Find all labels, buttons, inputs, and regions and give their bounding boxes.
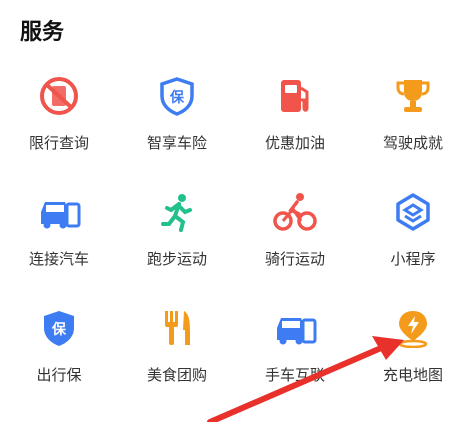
runner-icon	[155, 190, 199, 234]
service-label: 连接汽车	[28, 250, 89, 268]
service-item-restriction-query[interactable]: 限行查询	[0, 66, 118, 176]
svg-text:保: 保	[169, 89, 185, 106]
service-label: 优惠加油	[264, 134, 325, 152]
service-label: 跑步运动	[146, 250, 207, 268]
fuel-pump-icon	[273, 74, 317, 118]
car-phone-icon	[37, 190, 81, 234]
service-item-running[interactable]: 跑步运动	[118, 182, 236, 292]
service-grid: 限行查询 保 智享车险 优惠加油 驾驶成就 连接汽车 跑步运动 骑行运动 小程序…	[0, 66, 474, 416]
service-label: 小程序	[390, 250, 436, 268]
service-label: 限行查询	[28, 134, 89, 152]
fork-knife-icon	[155, 306, 199, 350]
service-item-smart-insurance[interactable]: 保 智享车险	[118, 66, 236, 176]
service-item-cycling[interactable]: 骑行运动	[236, 182, 354, 292]
service-label: 骑行运动	[264, 250, 325, 268]
shield-travel-icon: 保	[37, 306, 81, 350]
service-item-food-groupbuy[interactable]: 美食团购	[118, 298, 236, 408]
service-label: 充电地图	[382, 366, 443, 384]
car-phone-link-icon	[273, 306, 317, 350]
cyclist-icon	[273, 190, 317, 234]
service-item-fuel-discount[interactable]: 优惠加油	[236, 66, 354, 176]
service-item-connect-car[interactable]: 连接汽车	[0, 182, 118, 292]
charging-map-icon	[391, 306, 435, 350]
trophy-icon	[391, 74, 435, 118]
service-label: 驾驶成就	[382, 134, 443, 152]
service-item-mini-program[interactable]: 小程序	[354, 182, 472, 292]
service-item-charging-map[interactable]: 充电地图	[354, 298, 472, 408]
service-item-travel-insurance[interactable]: 保 出行保	[0, 298, 118, 408]
shield-insurance-icon: 保	[155, 74, 199, 118]
no-parking-icon	[37, 74, 81, 118]
service-label: 智享车险	[146, 134, 207, 152]
svg-text:保: 保	[51, 321, 67, 338]
section-title: 服务	[20, 20, 65, 45]
service-item-driving-achievement[interactable]: 驾驶成就	[354, 66, 472, 176]
service-label: 手车互联	[264, 366, 325, 384]
service-label: 美食团购	[146, 366, 207, 384]
mini-program-icon	[391, 190, 435, 234]
service-item-car-phone-link[interactable]: 手车互联	[236, 298, 354, 408]
service-label: 出行保	[36, 366, 82, 384]
